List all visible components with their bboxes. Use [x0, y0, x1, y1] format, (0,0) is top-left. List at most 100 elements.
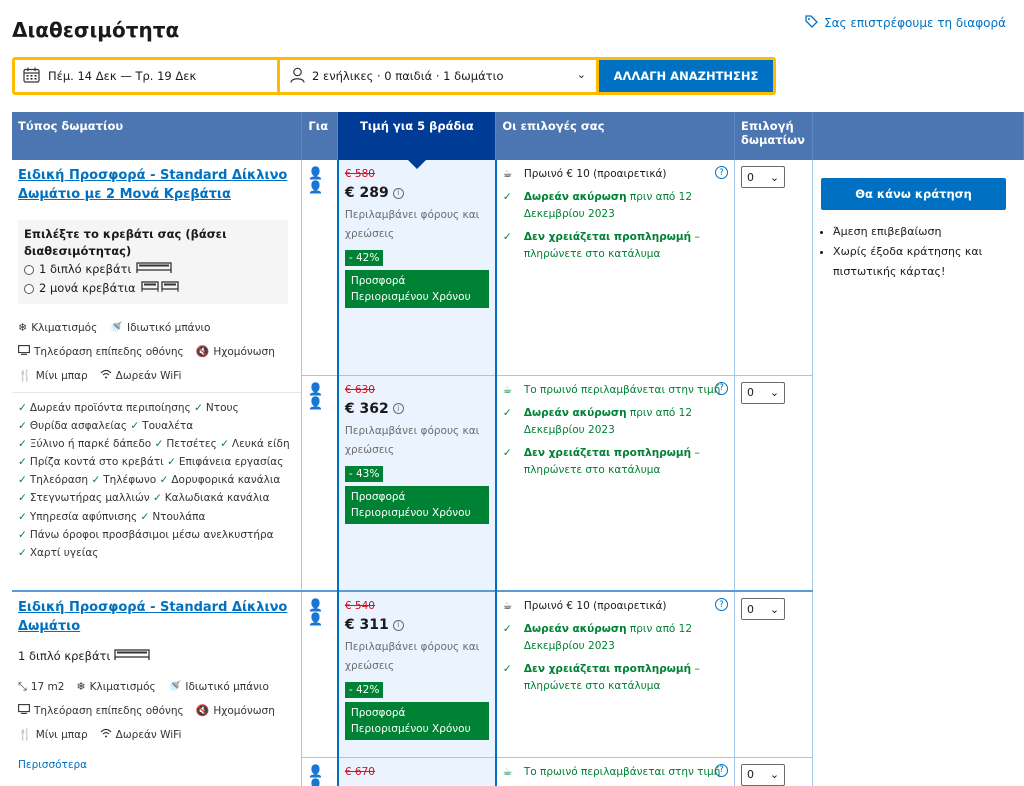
options-cell: ? ☕ Το πρωινό περιλαμβάνεται στην τιμή: [495, 757, 736, 786]
amenity-item: Ντουλάπα: [152, 510, 206, 523]
info-icon[interactable]: i: [392, 619, 404, 631]
benefit-item: Χωρίς έξοδα κράτησης και πιστωτικής κάρτ…: [833, 242, 1011, 282]
amenity-item: Λευκά είδη: [231, 438, 290, 451]
room-count-select[interactable]: 0 ⌄: [741, 763, 786, 786]
check-icon: ✓: [18, 438, 27, 451]
tv-icon: [18, 340, 30, 364]
select-value: 0: [747, 170, 755, 184]
room-name-link[interactable]: Ειδική Προσφορά - Standard Δίκλινο Δωμάτ…: [18, 598, 295, 636]
minibar-icon: 🍴: [18, 369, 32, 382]
breakfast-option: ☕ Πρωινό € 10 (προαιρετικά): [503, 166, 728, 183]
soundproof-icon: 🔇: [195, 345, 210, 358]
price-cell: € 630 € 362 i Περιλαμβάνει φόρους και χρε…: [336, 375, 497, 592]
amenity-row: ✓ Χαρτί υγείας: [18, 544, 295, 562]
amenity-item: Ντους: [205, 402, 239, 414]
amenity-item: Δωρεάν προϊόντα περιποίησης: [29, 402, 191, 414]
check-icon: ✓: [18, 510, 27, 523]
facility-item: Τηλεόραση επίπεδης οθόνης: [18, 699, 184, 723]
facility-item: 🚿 Ιδιωτικό μπάνιο: [168, 675, 269, 699]
header-blank: [812, 112, 1024, 160]
select-cell: 0 ⌄: [734, 375, 814, 592]
room-count-select[interactable]: 0 ⌄: [741, 598, 786, 620]
breakfast-text: Πρωινό € 10 (προαιρετικά): [523, 168, 667, 180]
no-prepay-bold: Δεν χρειάζεται προπληρωμή: [523, 446, 692, 459]
bed-option-twin[interactable]: 2 μονά κρεβάτια: [24, 279, 282, 298]
amenity-item: Πάνω όροφοι προσβάσιμοι μέσω ανελκυστήρα: [29, 528, 274, 541]
breakfast-text: Το πρωινό περιλαμβάνεται στην τιμή: [523, 383, 721, 396]
room-count-select[interactable]: 0 ⌄: [741, 166, 786, 188]
check-icon: ✓: [502, 406, 512, 419]
question-icon[interactable]: ?: [715, 763, 729, 777]
amenity-row: ✓ Θυρίδα ασφαλείας ✓ Τουαλέτα: [18, 417, 295, 435]
free-cancel-bold: Δωρεάν ακύρωση: [523, 191, 627, 203]
breakfast-text: Το πρωινό περιλαμβάνεται στην τιμή: [523, 765, 721, 778]
reserve-button[interactable]: Θα κάνω κράτηση: [821, 178, 1007, 210]
amenity-item: Θυρίδα ασφαλείας: [29, 420, 128, 433]
breakfast-option: ☕ Το πρωινό περιλαμβάνεται στην τιμή: [503, 382, 728, 399]
no-prepay-bold: Δεν χρειάζεται προπληρωμή: [523, 663, 692, 675]
amenity-row: ✓ Πρίζα κοντά στο κρεβάτι ✓ Επιφάνεια εργα…: [18, 453, 295, 471]
limited-deal-badge: Προσφορά Περιορισμένου Χρόνου: [344, 702, 489, 740]
facility-label: Ηχομόνωση: [213, 346, 275, 358]
question-icon[interactable]: ?: [715, 598, 729, 611]
more-link[interactable]: Περισσότερα: [18, 759, 295, 771]
bed-choice-box: Επιλέξτε το κρεβάτι σας (βάσει διαθεσιμό…: [18, 220, 288, 304]
header-room-type: Τύπος δωματίου: [12, 112, 303, 160]
room-count-select[interactable]: 0 ⌄: [741, 381, 786, 404]
select-cell: 0 ⌄: [734, 757, 814, 786]
search-bar: Πέμ. 14 Δεκ — Τρ. 19 Δεκ 2 ενήλικες · 0 …: [12, 57, 776, 95]
radio-icon[interactable]: [24, 283, 34, 294]
options-cell: ? ☕ Πρωινό € 10 (προαιρετικά) ✓ Δωρεάν ακύ…: [495, 160, 736, 376]
facility-item: 🍴 Μίνι μπαρ: [18, 364, 88, 388]
check-icon: ✓: [18, 402, 27, 414]
facility-item: ⤡ 17 m2: [18, 675, 64, 699]
amenity-row: ✓ Ξύλινο ή παρκέ δάπεδο ✓ Πετσέτες ✓ Λευκά …: [18, 435, 295, 453]
question-icon[interactable]: ?: [715, 381, 729, 395]
check-icon: ✓: [502, 191, 512, 203]
old-price: € 670: [344, 765, 375, 778]
select-value: 0: [747, 768, 755, 781]
tag-icon: [805, 15, 818, 31]
info-icon[interactable]: i: [392, 187, 404, 199]
date-picker[interactable]: Πέμ. 14 Δεκ — Τρ. 19 Δεκ: [15, 60, 277, 92]
amenity-item: Επιφάνεια εργασίας: [178, 456, 284, 469]
select-value: 0: [747, 386, 755, 399]
old-price: € 630: [344, 383, 375, 396]
guests-selector[interactable]: 2 ενήλικες · 0 παιδιά · 1 δωμάτιο ⌄: [280, 60, 596, 92]
shower-icon: 🚿: [109, 321, 123, 334]
new-price-value: € 289: [344, 185, 389, 201]
question-icon[interactable]: ?: [715, 166, 729, 179]
no-prepayment: ✓ Δεν χρειάζεται προπληρωμή – πληρώνετε σ…: [503, 229, 728, 263]
bed-option-double[interactable]: 1 διπλό κρεβάτι: [24, 260, 282, 279]
facility-label: Μίνι μπαρ: [35, 370, 88, 382]
amenity-item: Τουαλέτα: [142, 420, 194, 433]
facility-item: ❄ Κλιματισμός: [18, 316, 97, 340]
amenity-item: Στεγνωτήρας μαλλιών: [29, 492, 150, 505]
free-cancellation: ✓ Δωρεάν ακύρωση πριν από 12 Δεκεμβρίου 2…: [503, 405, 728, 439]
new-price-value: € 311: [344, 617, 389, 633]
occupancy-cell: 👤👤: [301, 375, 339, 592]
facility-label: Τηλεόραση επίπεδης οθόνης: [34, 705, 184, 717]
old-price: € 540: [344, 600, 375, 612]
room-type-cell: Ειδική Προσφορά - Standard Δίκλινο Δωμάτ…: [12, 160, 303, 592]
room-name-link[interactable]: Ειδική Προσφορά - Standard Δίκλινο Δωμάτ…: [18, 166, 295, 204]
room-size-icon: ⤡: [18, 680, 27, 693]
no-prepayment: ✓ Δεν χρειάζεται προπληρωμή – πληρώνετε σ…: [503, 445, 728, 479]
bed-info-label: 1 διπλό κρεβάτι: [18, 648, 111, 663]
check-icon: ✓: [194, 402, 203, 414]
facility-item: Τηλεόραση επίπεδης οθόνης: [18, 340, 184, 364]
check-icon: ✓: [502, 663, 512, 675]
check-icon: ✓: [18, 474, 27, 487]
double-bed-icon: [114, 648, 151, 663]
amenity-row: ✓ Τηλεόραση ✓ Τηλέφωνο ✓ Δορυφορικά κανάλια: [18, 471, 295, 489]
info-icon[interactable]: i: [392, 403, 404, 414]
chevron-down-icon: ⌄: [769, 386, 780, 399]
refund-link[interactable]: Σας επιστρέφουμε τη διαφορά: [805, 15, 1006, 31]
facilities-list: ⤡ 17 m2 ❄ Κλιματισμός 🚿 Ιδιωτικό μπάνιο Τηλ…: [18, 675, 295, 747]
coffee-cup-icon: ☕: [502, 383, 513, 396]
single-beds-icon: [140, 279, 179, 298]
select-value: 0: [747, 602, 755, 616]
change-search-button[interactable]: ΑΛΛΑΓΗ ΑΝΑΖΗΤΗΣΗΣ: [599, 60, 773, 92]
radio-icon[interactable]: [24, 264, 34, 275]
calendar-icon: [23, 67, 40, 86]
